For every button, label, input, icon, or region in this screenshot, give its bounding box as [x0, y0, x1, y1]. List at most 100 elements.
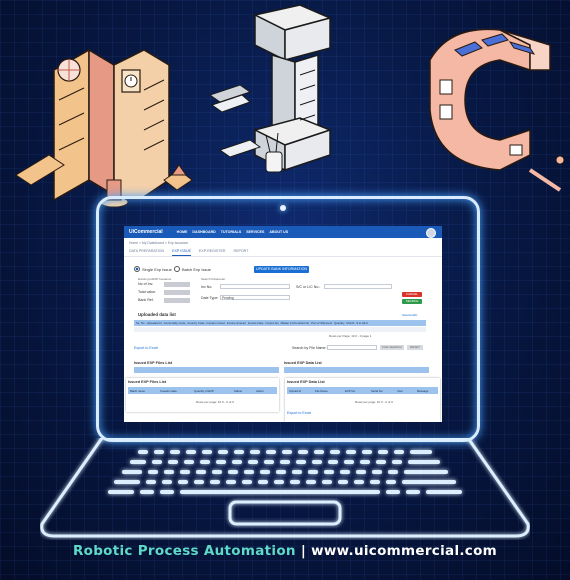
col-action: Action: [256, 388, 264, 393]
lc-no-input[interactable]: [324, 284, 392, 289]
isometric-letter-i-illustration: [208, 4, 333, 173]
top-navbar: UiCommercial HOME DASHBOARD TUTORIALS SE…: [124, 226, 442, 238]
issued-data-title-bg: Issued EXP Data List: [284, 361, 322, 365]
col-upload-id: Upload Id: [289, 388, 301, 393]
export-excel-link[interactable]: Export to Excel: [134, 346, 158, 350]
reset-button[interactable]: RESET: [407, 345, 423, 350]
col-invoice-date: Invoice Date: [247, 321, 264, 325]
col-port: Port of Shipment: [311, 321, 333, 325]
isometric-letter-c-illustration: [429, 28, 565, 192]
nav-tutorials[interactable]: TUTORIALS: [221, 230, 242, 234]
bank-ref-label: Bank Ref.: [138, 298, 154, 302]
tab-data-preparation[interactable]: DATA PREPARATION: [129, 249, 164, 256]
issued-data-header: Upload Id File Name EXP No. Serial No Ye…: [287, 387, 438, 394]
col-master-lc: Master LC/Contract No: [280, 321, 310, 325]
inv-no-label: Inv No.: [201, 285, 213, 289]
file-search-button[interactable]: FILE SEARCH: [380, 345, 404, 350]
footer-caption: Robotic Process Automation | www.uicomme…: [0, 543, 570, 559]
date-type-value: Pending: [222, 296, 234, 300]
search-button[interactable]: SEARCH: [402, 299, 422, 304]
radio-selected-icon: [134, 266, 140, 272]
nav-home[interactable]: HOME: [177, 230, 188, 234]
cancel-button[interactable]: CANCEL: [402, 292, 422, 297]
issued-export-link[interactable]: Export to Excel: [287, 411, 311, 415]
range-label: 0 - 0: [355, 334, 362, 338]
radio-single-label: Single Exp Issue: [142, 266, 172, 272]
page-select[interactable]: page 1: [362, 334, 371, 338]
issued-data-title: Issued EXP Data List: [287, 380, 325, 384]
issued-files-title: Issued EXP Files List: [128, 380, 167, 384]
inv-no-input[interactable]: [220, 284, 290, 289]
existing-label: Existing Ic/EXP Issuance: [138, 277, 172, 281]
nav-services[interactable]: SERVICES: [246, 230, 264, 234]
col-uploaded-id: Uploaded Id: [146, 321, 162, 325]
col-quantity-of-exp: Quantity of EXP: [194, 388, 214, 393]
col-serial-no: Serial No: [371, 388, 383, 393]
selected-count: Selected(0): [402, 313, 418, 317]
col-incoterm: Incoterm Used: [206, 321, 225, 325]
col-message: Message: [417, 388, 429, 393]
footer-separator: |: [300, 543, 307, 559]
touchpad: [228, 500, 342, 526]
col-country-code: Country Code: [187, 321, 205, 325]
col-invoice-amount: Invoice Amount: [226, 321, 246, 325]
uploaded-title: Uploaded data list: [138, 312, 176, 317]
range-label: 0 - 0 of 0: [381, 400, 393, 404]
tab-exp-issue[interactable]: EXP ISSUE: [172, 249, 191, 256]
col-s-to-alt: S to Alt-C: [356, 321, 369, 325]
rows-per-page-label: Rows per Page:: [329, 334, 351, 338]
search-param-label: Search Parameter: [201, 277, 226, 281]
rows-per-page-label: Rows per page:: [355, 400, 377, 404]
col-month: Month: [346, 321, 355, 325]
radio-batch-exp[interactable]: Batch Exp Issue: [174, 266, 211, 272]
issued-files-title-bg: Issued EXP Files List: [134, 361, 173, 365]
uploaded-empty-row: [134, 327, 426, 332]
search-by-file-label: Search by File Name:: [292, 346, 327, 350]
total-value-field: [164, 290, 190, 295]
tab-report[interactable]: REPORT: [234, 249, 249, 256]
col-sl-no: SL. No: [136, 321, 145, 325]
date-type-select[interactable]: Pending: [220, 295, 290, 300]
nav-dashboard[interactable]: DASHBOARD: [192, 230, 215, 234]
radio-batch-label: Batch Exp Issue: [182, 266, 211, 272]
nav-about-us[interactable]: ABOUT US: [269, 230, 288, 234]
col-quantity: Quantity: [334, 321, 345, 325]
col-creation-date: Creation date: [160, 388, 177, 393]
uploaded-pager: Rows per Page: 10 0 - 0 page 1: [329, 334, 371, 338]
radio-single-exp[interactable]: Single Exp Issue: [134, 266, 172, 272]
footer-url[interactable]: www.uicommercial.com: [311, 543, 497, 559]
update-bank-button[interactable]: UPDATE BANK INFORMATION: [254, 266, 309, 273]
tab-exp-register[interactable]: EXP REGISTER: [199, 249, 226, 256]
no-of-inv-value: [164, 282, 190, 287]
rows-per-page-label: Rows per page:: [196, 400, 218, 404]
laptop-keyboard-base: [40, 438, 530, 538]
tab-divider: [124, 256, 442, 257]
issued-files-header-bg: [134, 367, 279, 373]
issued-data-panel: Issued EXP Data List Upload Id File Name…: [285, 378, 440, 422]
col-year: Year: [397, 388, 403, 393]
col-batch-name: Batch name: [130, 388, 145, 393]
issued-data-header-bg: [284, 367, 429, 373]
col-invoice-no: Invoice No: [265, 321, 279, 325]
rows-per-page-select[interactable]: 10: [377, 400, 380, 404]
file-name-input[interactable]: [327, 345, 377, 350]
laptop-camera-icon: [280, 205, 286, 211]
col-commodity-code: Commodity Code: [163, 321, 186, 325]
issued-files-header: Batch name Creation date Quantity of EXP…: [128, 387, 277, 394]
lc-no-label: S/C or L/C No.:: [296, 285, 321, 289]
col-file-name: File Name: [315, 388, 328, 393]
radio-unselected-icon: [174, 266, 180, 272]
user-avatar[interactable]: [426, 228, 436, 238]
bank-ref-field: [164, 298, 190, 303]
total-value-label: Total value.: [138, 290, 157, 294]
issued-files-panel: Issued EXP Files List Batch name Creatio…: [126, 378, 279, 412]
breadcrumb: Home > My Dashboard > Exp Issuance: [129, 241, 189, 245]
range-label: 0 - 0 of 0: [222, 400, 234, 404]
col-status: Status: [234, 388, 242, 393]
tab-bar: DATA PREPARATION EXP ISSUE EXP REGISTER …: [129, 249, 256, 256]
app-logo[interactable]: UiCommercial: [129, 229, 163, 235]
uploaded-table-header: SL. No Uploaded Id Commodity Code Countr…: [134, 320, 426, 326]
rows-per-page-select[interactable]: 10: [218, 400, 221, 404]
col-exp-no: EXP No.: [345, 388, 356, 393]
issued-data-pager: Rows per page: 10 0 - 0 of 0: [355, 400, 393, 404]
